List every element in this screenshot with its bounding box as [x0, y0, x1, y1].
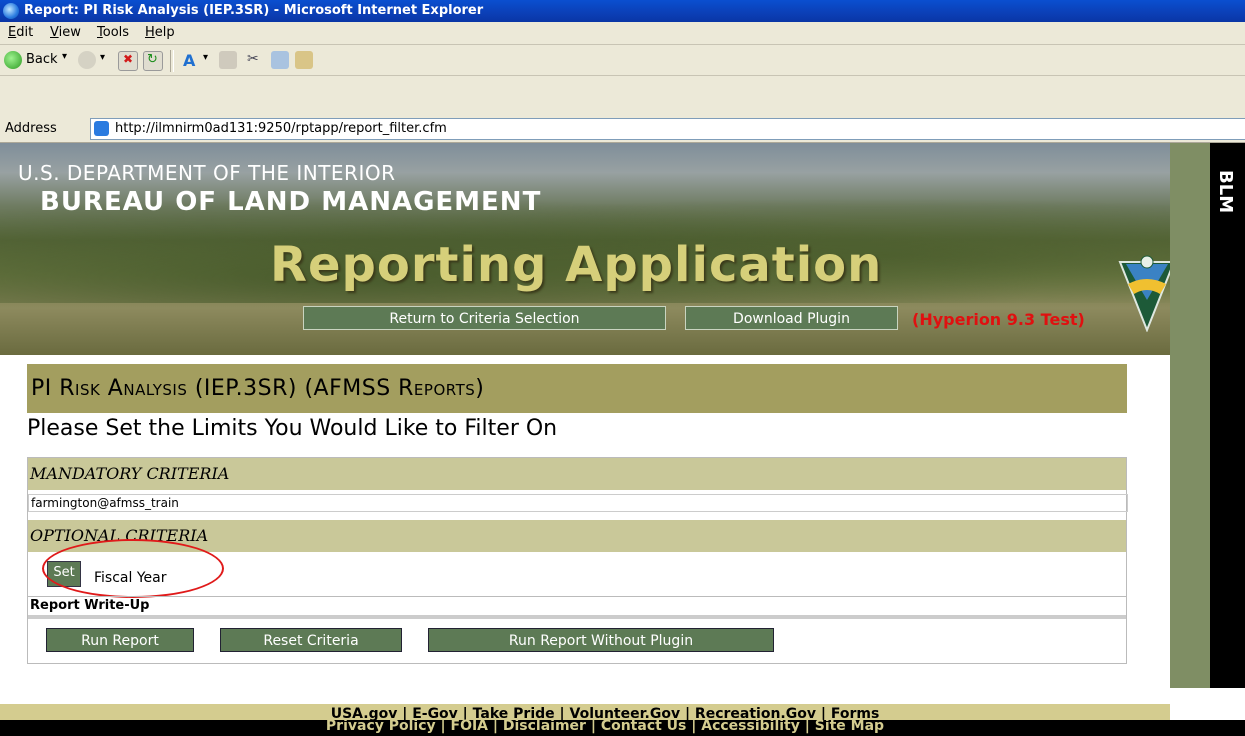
page-icon: [94, 121, 109, 136]
menu-tools[interactable]: Tools: [97, 25, 129, 40]
toolbar: Back ▾ ▾ ✖ ↻ A ▾ ✂: [0, 45, 1245, 76]
window-title-bar[interactable]: Report: PI Risk Analysis (IEP.3SR) - Mic…: [0, 0, 1245, 22]
right-black-stripe: [1210, 143, 1245, 688]
window-title: Report: PI Risk Analysis (IEP.3SR) - Mic…: [24, 3, 484, 18]
back-label: Back: [26, 52, 58, 67]
run-report-button[interactable]: Run Report: [46, 628, 194, 652]
blm-side-label: BLM: [1215, 170, 1236, 214]
menu-help[interactable]: Help: [145, 25, 175, 40]
download-plugin-button[interactable]: Download Plugin: [685, 306, 898, 330]
back-dropdown-icon[interactable]: ▾: [62, 51, 67, 62]
criteria-panel: Mandatory Criteria farmington@afmss_trai…: [27, 457, 1128, 664]
address-url: http://ilmnirm0ad131:9250/rptapp/report_…: [115, 121, 447, 136]
report-writeup-row: Report Write-Up: [28, 596, 1126, 619]
address-label: Address: [5, 121, 57, 136]
highlight-circle: [42, 539, 224, 598]
text-size-icon[interactable]: A: [183, 51, 201, 70]
cut-icon[interactable]: ✂: [247, 51, 265, 69]
address-input[interactable]: http://ilmnirm0ad131:9250/rptapp/report_…: [90, 118, 1245, 140]
print-icon[interactable]: [219, 51, 237, 69]
report-heading-bar: PI Risk Analysis (IEP.3SR) (AFMSS Report…: [27, 364, 1127, 413]
report-writeup-label: Report Write-Up: [30, 598, 150, 613]
mandatory-criteria-value: farmington@afmss_train: [28, 494, 1128, 512]
mandatory-criteria-label: Mandatory Criteria: [30, 464, 230, 483]
menu-edit[interactable]: Edit: [8, 25, 33, 40]
department-name: U.S. DEPARTMENT OF THE INTERIOR: [18, 161, 396, 185]
menu-view[interactable]: View: [50, 25, 81, 40]
forward-icon[interactable]: [78, 51, 96, 69]
ie-logo-icon: [3, 3, 19, 19]
stop-icon[interactable]: ✖: [118, 51, 138, 71]
toolbar-separator: [170, 50, 174, 72]
toolbar-area: [0, 76, 1245, 115]
paste-icon[interactable]: [295, 51, 313, 69]
copy-icon[interactable]: [271, 51, 289, 69]
mandatory-criteria-header: Mandatory Criteria: [28, 458, 1126, 490]
environment-label: (Hyperion 9.3 Test): [912, 310, 1085, 329]
back-arrow-icon: [4, 51, 22, 69]
forward-dropdown-icon[interactable]: ▾: [100, 52, 105, 63]
menu-bar: Edit View Tools Help: [0, 22, 1245, 45]
instructions: Please Set the Limits You Would Like to …: [27, 416, 558, 441]
return-to-criteria-button[interactable]: Return to Criteria Selection: [303, 306, 666, 330]
right-green-stripe: [1170, 143, 1210, 688]
address-bar: Address http://ilmnirm0ad131:9250/rptapp…: [0, 114, 1245, 143]
text-size-dropdown-icon[interactable]: ▾: [203, 52, 208, 63]
report-title: PI Risk Analysis (IEP.3SR) (AFMSS Report…: [31, 376, 485, 401]
footer-links-secondary[interactable]: Privacy Policy | FOIA | Disclaimer | Con…: [0, 718, 1210, 734]
reset-criteria-button[interactable]: Reset Criteria: [220, 628, 402, 652]
blm-shield-icon: [1118, 255, 1176, 332]
footer-secondary-bar: Privacy Policy | FOIA | Disclaimer | Con…: [0, 718, 1245, 736]
bureau-name: BUREAU OF LAND MANAGEMENT: [40, 187, 542, 217]
refresh-icon[interactable]: ↻: [143, 51, 163, 71]
run-report-without-plugin-button[interactable]: Run Report Without Plugin: [428, 628, 774, 652]
app-title: Reporting Application: [270, 237, 883, 293]
